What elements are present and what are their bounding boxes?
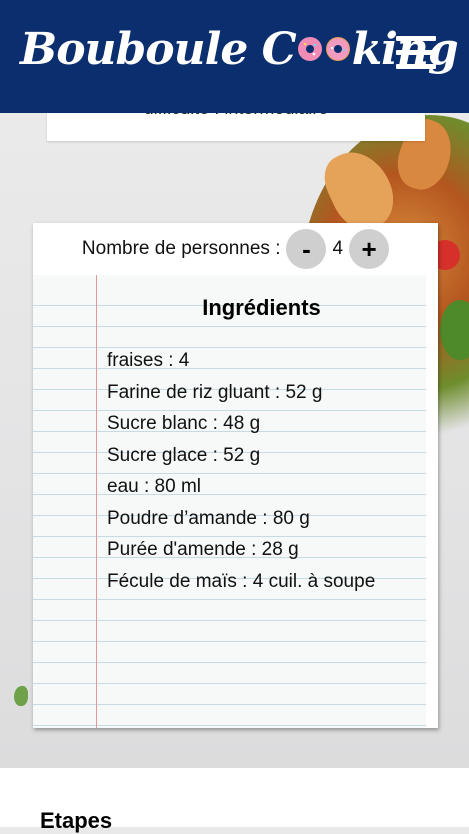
ingredients-list: fraises : 4 Farine de riz gluant : 52 g … — [107, 345, 375, 597]
hamburger-menu-icon[interactable] — [396, 36, 436, 70]
herb-leaf-image — [14, 686, 28, 706]
donut-icon — [297, 36, 323, 62]
ingredient-item: eau : 80 ml — [107, 476, 201, 497]
servings-label: Nombre de personnes : — [81, 238, 281, 259]
decrease-servings-button[interactable]: - — [286, 229, 327, 269]
increase-servings-button[interactable]: + — [349, 229, 390, 269]
logo-text: Bouboule C — [20, 23, 297, 75]
steps-section: Etapes — [0, 768, 469, 833]
ingredient-item: Purée d'amende : 28 g — [107, 539, 299, 560]
ingredient-item: fraises : 4 — [107, 350, 190, 371]
site-logo[interactable]: Bouboule C king — [20, 14, 459, 84]
menu-bar — [396, 36, 436, 41]
ingredient-item: Sucre blanc : 48 g — [107, 413, 261, 434]
site-header: Bouboule C king — [0, 0, 469, 113]
menu-bar — [396, 50, 436, 55]
notebook-margin-line — [96, 275, 97, 728]
notebook-paper: Ingrédients fraises : 4 Farine de riz gl… — [33, 275, 426, 728]
ingredient-item: Sucre glace : 52 g — [107, 444, 261, 466]
servings-count: 4 — [332, 238, 344, 259]
ingredient-item: Farine de riz gluant : 52 g — [107, 381, 323, 403]
ingredients-card: Nombre de personnes : - 4 + Ingrédients … — [33, 223, 438, 728]
menu-bar — [396, 64, 436, 69]
donut-icon — [325, 36, 351, 62]
ingredients-title: Ingrédients — [202, 295, 321, 320]
ingredient-item: Fécule de maïs : 4 cuil. à soupe — [107, 570, 376, 592]
ingredient-item: Poudre d’amande : 80 g — [107, 507, 310, 529]
servings-selector: Nombre de personnes : - 4 + — [33, 223, 438, 275]
steps-title: Etapes — [40, 808, 113, 833]
